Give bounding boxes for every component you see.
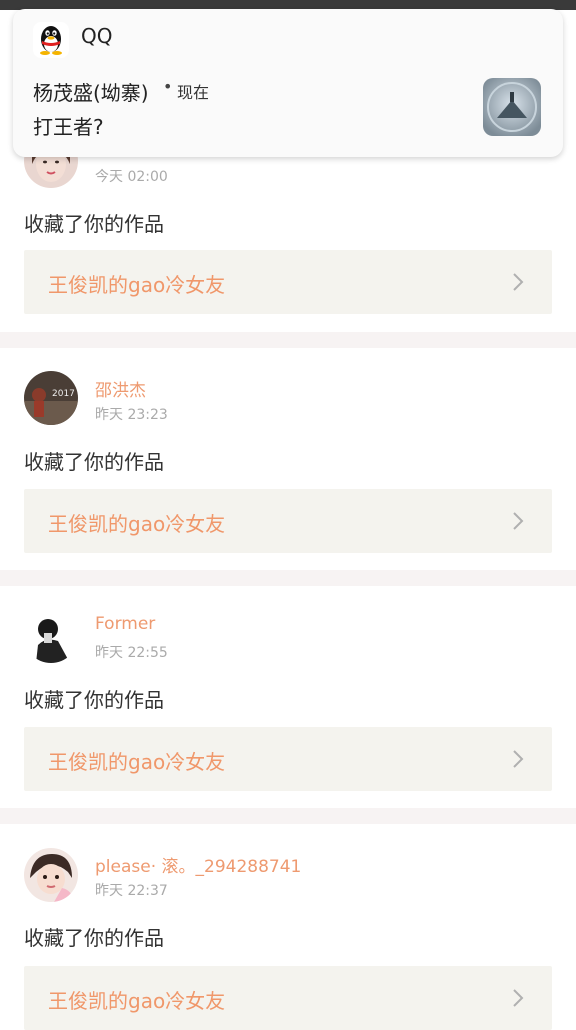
avatar-text: 2017 OP (52, 389, 78, 399)
separator-dot: • (163, 77, 173, 96)
work-card[interactable]: 王俊凯的gao冷女友 (24, 966, 552, 1030)
timestamp: 今天 02:00 (95, 169, 168, 185)
timestamp: 昨天 23:23 (95, 407, 168, 423)
username[interactable]: please· 滚。_294288741 (95, 852, 301, 877)
list-item: please· 滚。_294288741 昨天 22:37 收藏了你的作品 王俊… (0, 824, 576, 1030)
work-title: 王俊凯的gao冷女友 (48, 989, 226, 1013)
avatar[interactable]: 2017 OP (24, 371, 78, 425)
list-item: Former 昨天 22:55 收藏了你的作品 王俊凯的gao冷女友 (0, 586, 576, 808)
list-item: 2017 OP 邵洪杰 昨天 23:23 收藏了你的作品 王俊凯的gao冷女友 (0, 348, 576, 570)
sender-avatar (483, 78, 541, 136)
timestamp: 昨天 22:55 (95, 645, 168, 661)
divider (0, 808, 576, 824)
work-title: 王俊凯的gao冷女友 (48, 273, 226, 297)
avatar[interactable] (24, 609, 78, 663)
work-title: 王俊凯的gao冷女友 (48, 512, 226, 536)
work-card[interactable]: 王俊凯的gao冷女友 (24, 727, 552, 791)
notification-time: 现在 (177, 83, 210, 102)
divider (0, 332, 576, 348)
notification-message: 打王者? (33, 115, 104, 139)
action-text: 收藏了你的作品 (24, 688, 164, 712)
chevron-right-icon (513, 989, 524, 1007)
qq-penguin-icon (33, 22, 69, 58)
chevron-right-icon (513, 512, 524, 530)
work-title: 王俊凯的gao冷女友 (48, 750, 226, 774)
message-notification[interactable]: QQ 杨茂盛(坳寨) • 现在 打王者? (13, 9, 563, 157)
notification-sender: 杨茂盛(坳寨) (33, 81, 149, 105)
divider (0, 570, 576, 586)
avatar[interactable] (24, 848, 78, 902)
timestamp: 昨天 22:37 (95, 883, 168, 899)
action-text: 收藏了你的作品 (24, 212, 164, 236)
work-card[interactable]: 王俊凯的gao冷女友 (24, 489, 552, 553)
username[interactable]: 邵洪杰 (95, 376, 146, 401)
action-text: 收藏了你的作品 (24, 926, 164, 950)
chevron-right-icon (513, 750, 524, 768)
chevron-right-icon (513, 273, 524, 291)
username[interactable]: Former (95, 614, 155, 634)
app-name: QQ (81, 24, 113, 48)
action-text: 收藏了你的作品 (24, 450, 164, 474)
work-card[interactable]: 王俊凯的gao冷女友 (24, 250, 552, 314)
